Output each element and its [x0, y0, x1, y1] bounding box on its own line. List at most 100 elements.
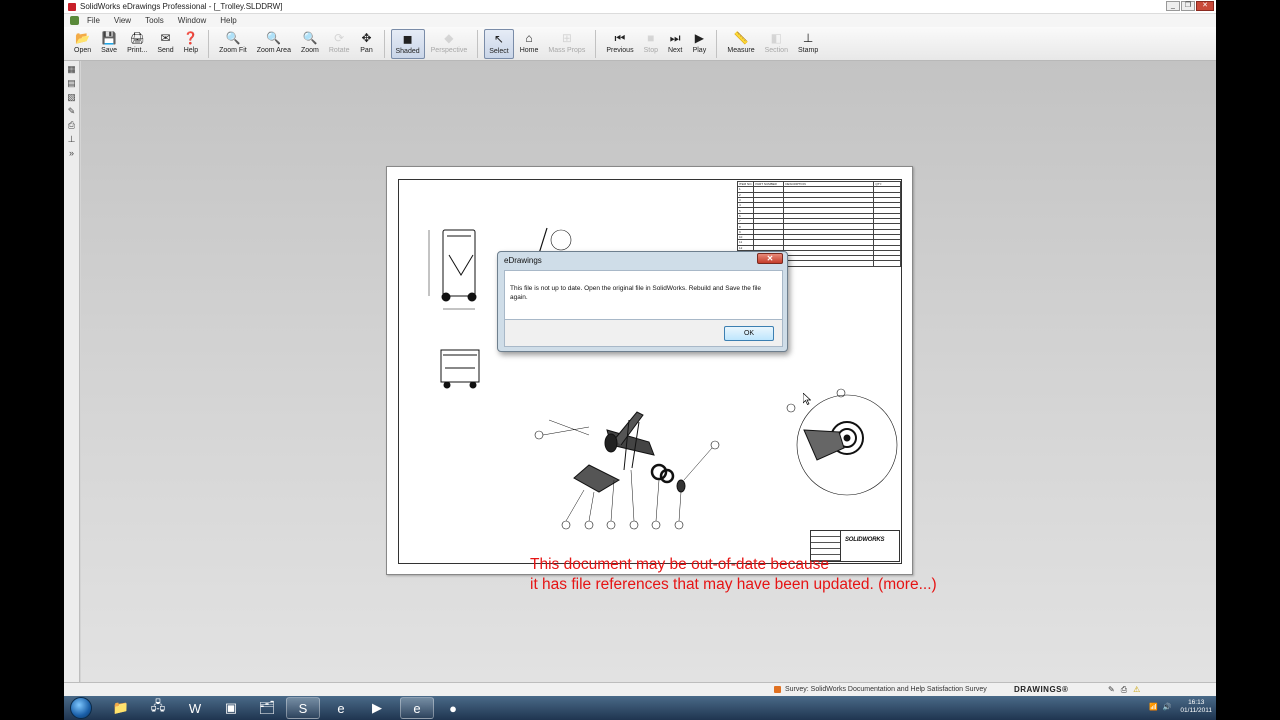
shaded-icon: ◼	[402, 32, 413, 46]
print-setup-icon[interactable]: ⎙	[67, 120, 77, 130]
perspective-button[interactable]: ◆ Perspective	[427, 29, 472, 59]
menu-file[interactable]: File	[87, 16, 100, 25]
stamp-icon: ⊥	[802, 31, 814, 45]
sheet-icon[interactable]: ▦	[67, 64, 77, 74]
menu-logo-icon	[70, 16, 79, 25]
solidworks-logo: SOLIDWORKS	[845, 537, 885, 543]
menu-window[interactable]: Window	[178, 16, 206, 25]
help-icon: ❓	[183, 31, 199, 45]
stop-button[interactable]: ■ Stop	[640, 29, 662, 59]
terminal-icon[interactable]: ▣	[214, 697, 248, 719]
notice-line-2[interactable]: it has file references that may have bee…	[530, 575, 937, 595]
green-app-icon[interactable]: ●	[436, 697, 470, 719]
solidworks-icon[interactable]: S	[286, 697, 320, 719]
volume-tray-icon[interactable]: 🔊	[1163, 703, 1172, 711]
toolbar-label: Section	[764, 47, 788, 54]
ie-icon[interactable]: e	[324, 697, 358, 719]
stamp-button[interactable]: ⊥ Stamp	[794, 29, 822, 59]
next-icon: ⏭	[669, 31, 681, 45]
home-button[interactable]: ⌂ Home	[516, 29, 543, 59]
help-button[interactable]: ❓ Help	[180, 29, 202, 59]
pan-button[interactable]: ✥ Pan	[356, 29, 378, 59]
clock-time: 16:13	[1188, 699, 1205, 706]
expand-icon[interactable]: »	[67, 148, 77, 158]
play-icon: ▶	[694, 31, 704, 45]
previous-icon: ⏮	[614, 31, 626, 45]
dialog-title: eDrawings	[504, 256, 542, 265]
previous-button[interactable]: ⏮ Previous	[602, 29, 637, 59]
toolbar-label: Pan	[360, 47, 373, 54]
toolbar-separator	[716, 30, 718, 58]
network-icon[interactable]: 🖧	[141, 697, 175, 719]
restore-button[interactable]: ❐	[1181, 1, 1195, 11]
markup-pen-icon[interactable]: ✎	[67, 106, 77, 116]
edrawings-brand: DRAWINGS®	[1014, 685, 1069, 694]
stamp-small-icon[interactable]: ⊥	[67, 134, 77, 144]
section-button[interactable]: ◧ Section	[761, 29, 792, 59]
layers-icon[interactable]: ▧	[67, 92, 77, 102]
app-window: SolidWorks eDrawings Professional - [_Tr…	[64, 0, 1216, 720]
print-button[interactable]: 🖨 Print...	[123, 29, 151, 59]
zoom-fit-icon: 🔍	[225, 31, 241, 45]
toolbar-label: Stop	[643, 47, 658, 54]
toolbar-label: Mass Props	[548, 47, 586, 54]
toolbar-label: Home	[519, 47, 539, 54]
toolbar: 📂 Open 💾 Save 🖨 Print... ✉ Send ❓ Help 🔍 Zoom Fit 🔍 Z…	[64, 27, 1216, 61]
files-icon[interactable]: 🗂	[250, 697, 284, 719]
select-button[interactable]: ↖ Select	[484, 29, 514, 59]
toolbar-label: Print...	[127, 47, 148, 54]
window-close-button[interactable]: ✕	[1196, 1, 1214, 11]
menu-tools[interactable]: Tools	[145, 16, 164, 25]
toolbar-separator	[383, 30, 385, 58]
zoom-button[interactable]: 🔍 Zoom	[297, 29, 323, 59]
ok-button[interactable]: OK	[724, 326, 774, 341]
section-icon: ◧	[770, 31, 782, 45]
app-icon	[68, 2, 76, 11]
zoom-fit-button[interactable]: 🔍 Zoom Fit	[215, 29, 251, 59]
toolbar-label: Send	[157, 47, 174, 54]
toolbar-label: Open	[74, 47, 92, 54]
open-button[interactable]: 📂 Open	[70, 29, 95, 59]
windows-taskbar: 📁 🖧 W ▣ 🗂 Se ▶ e ● 📶 🔊 16:13 01/11/2011	[64, 696, 1216, 720]
send-icon: ✉	[160, 31, 171, 45]
title-bar: SolidWorks eDrawings Professional - [_Tr…	[64, 0, 1216, 14]
out-of-date-notice[interactable]: This document may be out-of-date because…	[530, 555, 937, 595]
save-button[interactable]: 💾 Save	[97, 29, 121, 59]
mass-props-button[interactable]: ⊞ Mass Props	[544, 29, 589, 59]
component-icon[interactable]: ▤	[67, 78, 77, 88]
toolbar-label: Play	[692, 47, 707, 54]
warning-icon[interactable]: ⚠	[1133, 685, 1140, 695]
stop-icon: ■	[647, 31, 655, 45]
survey-link[interactable]: Survey: SolidWorks Documentation and Hel…	[774, 686, 987, 693]
zoom-area-button[interactable]: 🔍 Zoom Area	[253, 29, 295, 59]
play-button[interactable]: ▶ Play	[688, 29, 710, 59]
rotate-button[interactable]: ⟳ Rotate	[325, 29, 354, 59]
minimize-button[interactable]: _	[1166, 1, 1180, 11]
toolbar-separator	[477, 30, 479, 58]
dialog-close-button[interactable]: ✕	[757, 253, 783, 264]
pen-tool-icon[interactable]: ✎	[1108, 685, 1115, 695]
survey-link-text[interactable]: Survey: SolidWorks Documentation and Hel…	[785, 686, 987, 693]
drawing-sheet[interactable]: ITEM NO. PART NUMBER DESCRIPTION QTY. 1 2 3 4 5 6…	[386, 166, 913, 575]
menu-help[interactable]: Help	[220, 16, 236, 25]
shaded-button[interactable]: ◼ Shaded	[390, 29, 425, 59]
next-button[interactable]: ⏭ Next	[664, 29, 686, 59]
edrawings-icon[interactable]: e	[400, 697, 434, 719]
save-icon: 💾	[101, 31, 117, 45]
menu-view[interactable]: View	[114, 16, 131, 25]
word-icon[interactable]: W	[178, 697, 212, 719]
toolbar-label: Next	[667, 47, 683, 54]
toolbar-label: Previous	[606, 47, 634, 54]
clock[interactable]: 16:13 01/11/2011	[1180, 699, 1212, 715]
sheet-border: ITEM NO. PART NUMBER DESCRIPTION QTY. 1 2 3 4 5 6…	[398, 179, 902, 564]
start-button[interactable]	[70, 697, 92, 719]
network-tray-icon[interactable]: 📶	[1149, 703, 1158, 711]
toolbar-label: Perspective	[430, 47, 468, 54]
printer-tool-icon[interactable]: ⎙	[1121, 685, 1127, 695]
measure-button[interactable]: 📏 Measure	[723, 29, 758, 59]
send-button[interactable]: ✉ Send	[153, 29, 177, 59]
rotate-icon: ⟳	[334, 31, 345, 45]
toolbar-label: Save	[101, 47, 118, 54]
media-icon[interactable]: ▶	[360, 697, 394, 719]
explorer-icon[interactable]: 📁	[104, 697, 138, 719]
